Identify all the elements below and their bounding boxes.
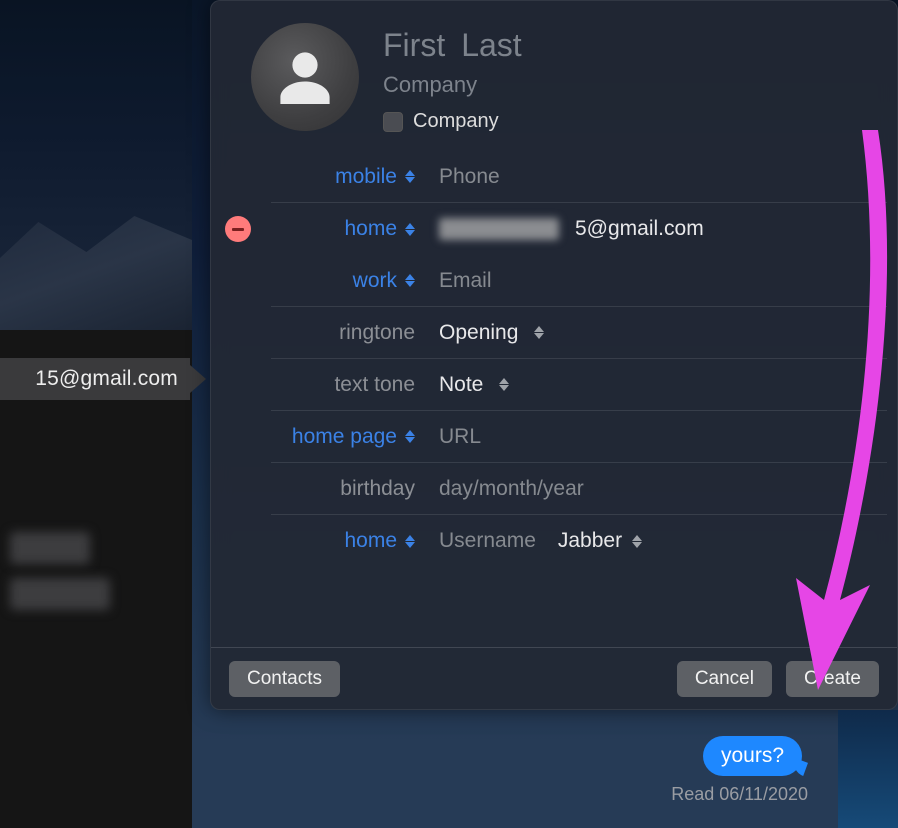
home-email-value[interactable]: 5@gmail.com	[421, 217, 887, 241]
new-contact-popover: First Last Company Company mobile Phone	[210, 0, 898, 710]
field-label-mobile[interactable]: mobile	[271, 165, 421, 189]
birthday-input[interactable]: day/month/year	[439, 477, 584, 501]
field-label-work[interactable]: work	[271, 269, 421, 293]
field-row-text-tone: text tone Note	[271, 359, 887, 411]
field-label-home[interactable]: home	[271, 217, 421, 241]
read-receipt: Read 06/11/2020	[671, 784, 808, 805]
homepage-input[interactable]: URL	[439, 425, 481, 449]
stepper-icon[interactable]	[405, 430, 415, 443]
remove-field-button[interactable]	[225, 216, 251, 242]
stepper-icon	[534, 326, 544, 339]
text-tone-select[interactable]: Note	[421, 373, 887, 397]
first-name-field[interactable]: First	[383, 27, 445, 64]
wallpaper-peek	[0, 0, 192, 330]
field-row-work-email: work Email	[271, 255, 887, 307]
field-row-homepage: home page URL	[271, 411, 887, 463]
stepper-icon[interactable]	[405, 274, 415, 287]
outgoing-message-bubble[interactable]: yours?	[703, 736, 802, 776]
messages-sidebar: 15@gmail.com	[0, 0, 192, 828]
open-contacts-button[interactable]: Contacts	[229, 661, 340, 697]
field-label-homepage[interactable]: home page	[271, 425, 421, 449]
conversation-list-item[interactable]: 15@gmail.com	[0, 358, 190, 400]
field-label-birthday: birthday	[271, 477, 421, 501]
ringtone-select[interactable]: Opening	[421, 321, 887, 345]
field-row-mobile: mobile Phone	[271, 151, 887, 203]
company-field[interactable]: Company	[383, 72, 477, 97]
avatar-placeholder[interactable]	[251, 23, 359, 131]
conversation-email: 15@gmail.com	[35, 367, 178, 391]
field-row-im: home Username Jabber	[271, 515, 887, 567]
stepper-icon[interactable]	[405, 223, 415, 236]
im-username-input[interactable]: Username	[439, 529, 536, 553]
contact-header: First Last Company Company	[211, 1, 897, 151]
field-row-home-email: home 5@gmail.com	[271, 203, 887, 255]
company-checkbox[interactable]	[383, 112, 403, 132]
stepper-icon[interactable]	[405, 535, 415, 548]
field-label-ringtone: ringtone	[271, 321, 421, 345]
phone-input[interactable]: Phone	[439, 165, 500, 189]
popover-footer: Contacts Cancel Create	[211, 647, 897, 709]
contact-fields: mobile Phone home 5@gmail.com	[211, 151, 897, 647]
wallpaper-mountain	[0, 210, 192, 330]
stepper-icon	[632, 535, 642, 548]
last-name-field[interactable]: Last	[461, 27, 521, 64]
cancel-button[interactable]: Cancel	[677, 661, 772, 697]
company-checkbox-label: Company	[413, 110, 499, 133]
field-row-ringtone: ringtone Opening	[271, 307, 887, 359]
create-button[interactable]: Create	[786, 661, 879, 697]
field-label-text-tone: text tone	[271, 373, 421, 397]
popover-pointer	[190, 365, 206, 393]
stepper-icon[interactable]	[405, 170, 415, 183]
person-icon	[269, 41, 341, 113]
redacted-text	[10, 532, 90, 564]
work-email-input[interactable]: Email	[439, 269, 492, 293]
stepper-icon	[499, 378, 509, 391]
redacted-text	[10, 578, 110, 610]
im-service-select[interactable]: Jabber	[558, 529, 642, 553]
redacted-email-prefix	[439, 218, 559, 240]
field-label-im[interactable]: home	[271, 529, 421, 553]
wallpaper-peek-right	[838, 710, 898, 828]
field-row-birthday: birthday day/month/year	[271, 463, 887, 515]
